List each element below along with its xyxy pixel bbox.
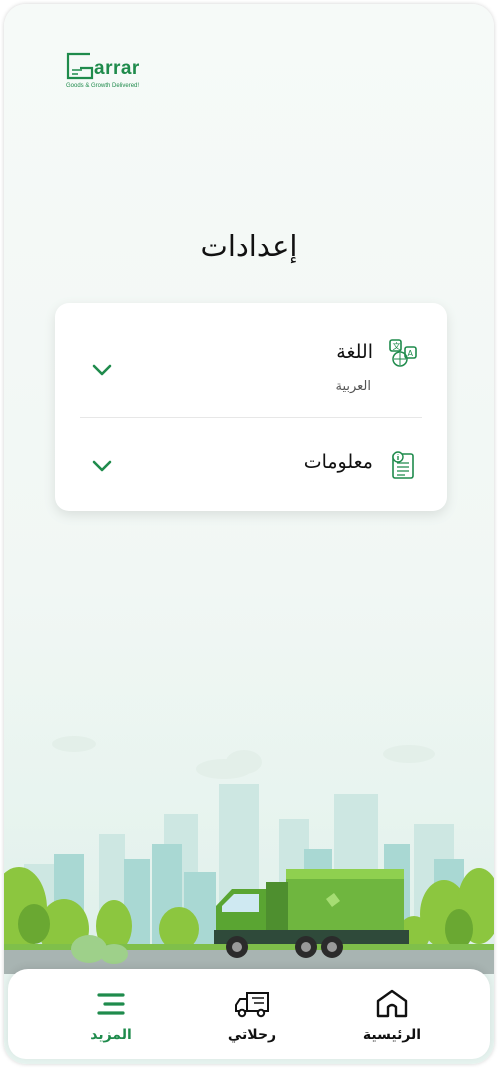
truck-icon xyxy=(235,992,269,1018)
home-icon xyxy=(376,989,408,1018)
chevron-down-icon[interactable] xyxy=(91,459,113,473)
settings-row-language[interactable]: 文 A اللغة العربية xyxy=(55,303,447,418)
chevron-down-icon[interactable] xyxy=(91,363,113,377)
nav-trips[interactable]: رحلاتي xyxy=(192,969,312,1059)
info-label: معلومات xyxy=(303,451,373,473)
app-screen: arrar Goods & Growth Delivered! إعدادات … xyxy=(4,4,494,1064)
page-title: إعدادات xyxy=(200,229,298,263)
nav-trips-label: رحلاتي xyxy=(227,1027,277,1043)
nav-more[interactable]: المزيد xyxy=(51,969,171,1059)
nav-home[interactable]: الرئيسية xyxy=(332,969,452,1059)
settings-card: 文 A اللغة العربية معلومات xyxy=(55,303,447,511)
language-translate-icon: 文 A xyxy=(389,339,417,367)
brand-logo: arrar Goods & Growth Delivered! xyxy=(64,50,174,98)
nav-more-label: المزيد xyxy=(90,1027,132,1043)
menu-icon xyxy=(97,993,125,1015)
city-truck-illustration xyxy=(4,644,494,974)
info-document-icon xyxy=(392,451,414,479)
divider xyxy=(80,417,422,418)
settings-row-info[interactable]: معلومات xyxy=(55,419,447,511)
logo-mark-icon xyxy=(66,52,94,80)
logo-tagline: Goods & Growth Delivered! xyxy=(66,83,140,89)
language-label: اللغة xyxy=(336,341,373,363)
language-value: العربية xyxy=(335,379,371,394)
bottom-nav: المزيد رحلاتي الرئيسية xyxy=(8,969,490,1059)
svg-text:文: 文 xyxy=(393,341,401,351)
logo-wordmark: arrar xyxy=(94,58,140,79)
nav-home-label: الرئيسية xyxy=(362,1027,422,1043)
svg-text:A: A xyxy=(408,349,414,358)
